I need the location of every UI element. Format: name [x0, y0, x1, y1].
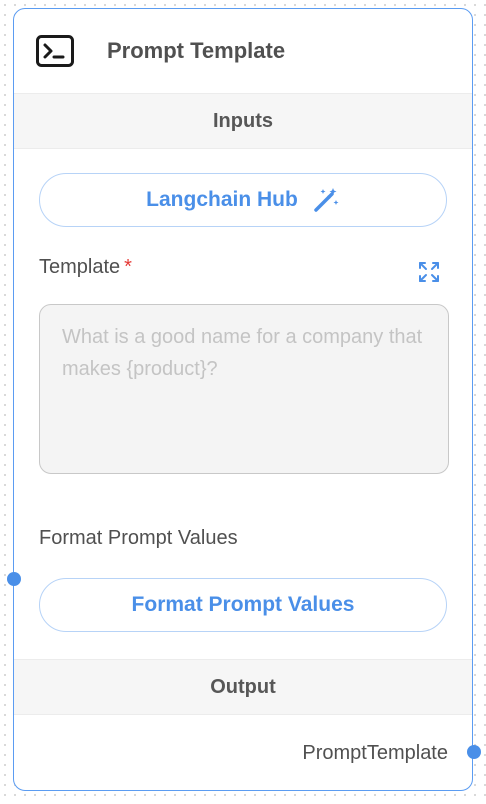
input-handle[interactable]	[7, 572, 21, 586]
template-label: Template *	[39, 256, 132, 279]
prompt-template-node[interactable]: Prompt Template Inputs Langchain Hub Tem…	[13, 8, 473, 791]
template-textarea[interactable]	[39, 304, 449, 474]
output-label: PromptTemplate	[302, 742, 448, 764]
format-prompt-values-label: Format Prompt Values	[39, 527, 238, 549]
required-marker: *	[124, 256, 132, 278]
terminal-icon	[36, 35, 74, 67]
expand-icon[interactable]	[418, 261, 440, 283]
output-handle[interactable]	[467, 745, 481, 759]
langchain-hub-button-label: Langchain Hub	[146, 188, 298, 211]
inputs-section-header: Inputs	[14, 93, 472, 149]
node-header[interactable]: Prompt Template	[14, 9, 472, 93]
format-prompt-values-button-label: Format Prompt Values	[131, 593, 355, 616]
format-prompt-values-button[interactable]: Format Prompt Values	[39, 578, 447, 632]
magic-wand-icon	[314, 188, 339, 212]
output-section-header: Output	[14, 659, 472, 715]
node-title: Prompt Template	[107, 38, 286, 63]
template-label-text: Template	[39, 256, 121, 278]
langchain-hub-button[interactable]: Langchain Hub	[39, 173, 447, 227]
